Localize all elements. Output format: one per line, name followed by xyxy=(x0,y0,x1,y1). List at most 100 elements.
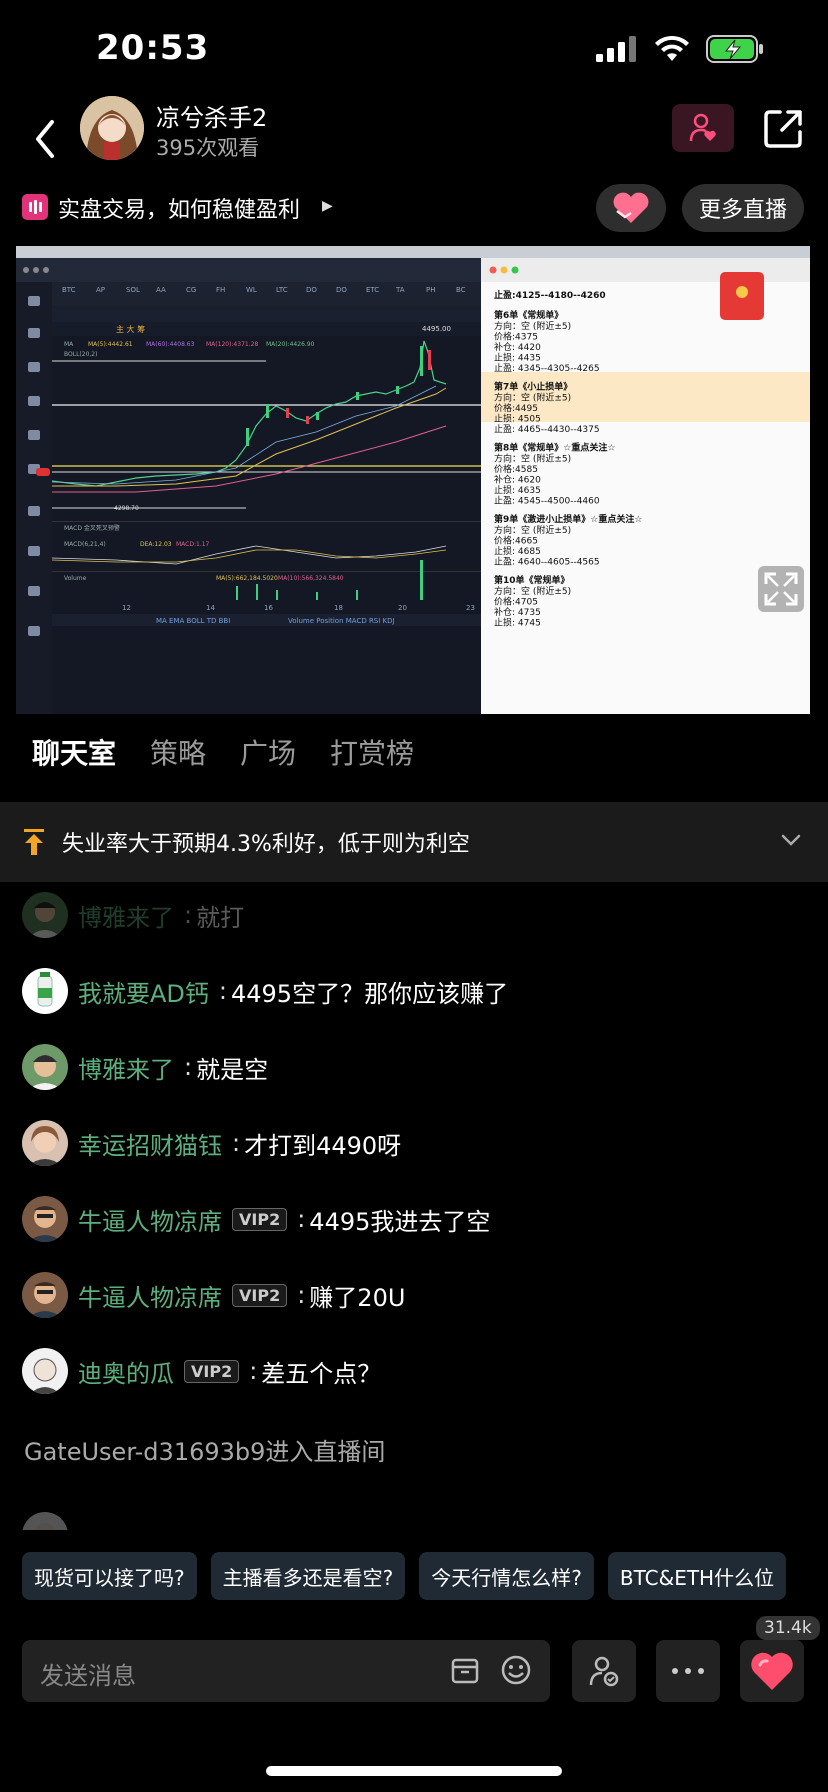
order-line: 方向：空 (附近±5) xyxy=(494,585,571,597)
svg-text:主 大 筹: 主 大 筹 xyxy=(116,324,145,334)
fullscreen-icon xyxy=(764,572,798,606)
pin-icon xyxy=(24,829,44,855)
streamer-name[interactable]: 凉兮杀手2 xyxy=(156,98,267,133)
order-line: 补仓: 4735 xyxy=(494,606,541,618)
svg-text:BOLL(20,2): BOLL(20,2) xyxy=(64,351,97,358)
message-text: 4495空了？那你应该赚了 xyxy=(231,979,509,1008)
order-title: 第7单《小止损单》 xyxy=(494,381,572,393)
tab-strategy[interactable]: 策略 xyxy=(150,732,206,782)
order-line: 价格:4375 xyxy=(494,331,538,343)
wifi-icon xyxy=(655,35,689,61)
chevron-down-icon[interactable] xyxy=(780,832,802,848)
svg-text:WL: WL xyxy=(246,286,257,294)
view-count: 395次观看 xyxy=(156,136,260,160)
svg-text:23: 23 xyxy=(466,604,475,612)
message-input[interactable]: 发送消息 xyxy=(22,1640,550,1702)
follow-button[interactable] xyxy=(672,104,734,152)
fullscreen-button[interactable] xyxy=(758,566,804,612)
user-name[interactable]: 迪奥的瓜 xyxy=(78,1354,174,1389)
user-name[interactable]: 幸运招财猫钰 xyxy=(78,1126,222,1161)
status-time: 20:53 xyxy=(96,28,210,68)
low-price-label: 4298.70 xyxy=(114,505,139,512)
follow-icon xyxy=(689,113,716,142)
like-button[interactable] xyxy=(596,184,666,232)
tab-tip-ranking[interactable]: 打赏榜 xyxy=(330,732,414,782)
user-avatar[interactable] xyxy=(22,968,68,1014)
chat-list[interactable]: 博雅来了 : 就打 我就要AD钙 : 4495空了？那你应该赚了 博雅来了 : … xyxy=(0,890,828,1530)
tab-chat[interactable]: 聊天室 xyxy=(32,732,116,782)
colon: : xyxy=(232,1129,241,1157)
user-name[interactable]: 牛逼人物凉席 xyxy=(78,1202,222,1237)
svg-text:DO: DO xyxy=(306,286,317,294)
order-line: 方向：空 (附近±5) xyxy=(494,524,571,536)
notes-top-line: 止盈:4125--4180--4260 xyxy=(494,289,606,301)
order-line: 止损: 4635 xyxy=(494,484,541,496)
chat-message-partial xyxy=(22,1510,78,1530)
message-text: 就是空 xyxy=(196,1055,269,1084)
user-avatar[interactable] xyxy=(22,1196,68,1242)
quick-reply[interactable]: 现货可以接了吗? xyxy=(22,1552,197,1600)
message-text: 4495我进去了空 xyxy=(309,1207,491,1236)
room-tabs: 聊天室 策略 广场 打赏榜 xyxy=(32,732,812,782)
svg-text:MA(10):566,324.5840: MA(10):566,324.5840 xyxy=(278,575,344,582)
user-name[interactable]: 博雅来了 xyxy=(78,898,174,933)
order-line: 止盈: 4640--4605--4565 xyxy=(494,556,600,568)
svg-text:MACD 金叉死叉预警: MACD 金叉死叉预警 xyxy=(64,524,120,532)
order-line: 补仓: 4620 xyxy=(494,474,541,486)
like-heart-button[interactable] xyxy=(740,1640,804,1702)
more-live-button[interactable]: 更多直播 xyxy=(682,184,804,232)
user-avatar[interactable] xyxy=(22,1120,68,1166)
share-icon[interactable] xyxy=(762,106,806,150)
pinned-announcement[interactable]: 失业率大于预期4.3%利好，低于则为利空 xyxy=(0,802,828,882)
user-name[interactable]: 牛逼人物凉席 xyxy=(78,1278,222,1313)
home-indicator[interactable] xyxy=(266,1766,562,1776)
user-avatar[interactable] xyxy=(22,1512,68,1530)
price-label: 4495.00 xyxy=(422,325,451,333)
svg-text:14: 14 xyxy=(206,604,215,612)
order-line: 补仓: 4420 xyxy=(494,341,541,353)
quick-reply[interactable]: BTC&ETH什么位 xyxy=(607,1552,787,1600)
more-icon xyxy=(672,1668,704,1674)
colon: : xyxy=(297,1205,306,1233)
message-text: 才打到4490呀 xyxy=(244,1131,402,1160)
live-topic-title[interactable]: 实盘交易，如何稳健盈利 xyxy=(58,192,300,224)
quick-reply[interactable]: 今天行情怎么样? xyxy=(419,1552,594,1600)
svg-text:MACD(6,21,4): MACD(6,21,4) xyxy=(64,541,106,548)
user-avatar[interactable] xyxy=(22,1044,68,1090)
svg-text:18: 18 xyxy=(334,604,343,612)
input-placeholder: 发送消息 xyxy=(40,1662,136,1690)
order-line: 价格:4495 xyxy=(494,402,538,414)
signal-icon xyxy=(596,36,636,62)
svg-text:Volume: Volume xyxy=(64,575,87,582)
video-player[interactable]: BTCAPSOLAACGFHWLLTCDODOETCTAPHBCAV 主 大 筹… xyxy=(16,246,810,714)
emoji-icon[interactable] xyxy=(500,1654,532,1686)
streamer-avatar[interactable] xyxy=(80,96,144,160)
svg-text:BTC: BTC xyxy=(62,286,76,294)
quick-reply[interactable]: 主播看多还是看空? xyxy=(210,1552,406,1600)
system-message: GateUser-d31693b9进入直播间 xyxy=(24,1438,386,1466)
message-text: 就打 xyxy=(196,903,245,932)
order-line: 价格:4585 xyxy=(494,463,538,475)
more-button[interactable] xyxy=(656,1640,720,1702)
back-icon[interactable] xyxy=(28,114,64,164)
order-title: 第8单《常规单》☆重点关注☆ xyxy=(494,442,615,454)
svg-text:AA: AA xyxy=(156,286,166,294)
user-avatar[interactable] xyxy=(22,1348,68,1394)
user-avatar[interactable] xyxy=(22,892,68,938)
colon: : xyxy=(184,901,193,929)
svg-text:AP: AP xyxy=(96,286,105,294)
svg-text:16: 16 xyxy=(264,604,273,612)
tab-square[interactable]: 广场 xyxy=(240,732,296,782)
order-line: 止损: 4685 xyxy=(494,545,541,557)
play-arrow-icon[interactable]: ▶ xyxy=(322,198,333,214)
user-name[interactable]: 我就要AD钙 xyxy=(78,974,209,1009)
order-line: 止盈: 4545--4500--4460 xyxy=(494,495,600,507)
user-avatar[interactable] xyxy=(22,1272,68,1318)
user-name[interactable]: 博雅来了 xyxy=(78,1050,174,1085)
svg-text:SOL: SOL xyxy=(126,286,140,294)
svg-text:PH: PH xyxy=(426,286,436,294)
svg-text:MA: MA xyxy=(64,341,74,348)
box-icon[interactable] xyxy=(450,1656,480,1686)
guest-button[interactable] xyxy=(572,1640,636,1702)
order-title: 第6单《常规单》 xyxy=(494,309,563,321)
